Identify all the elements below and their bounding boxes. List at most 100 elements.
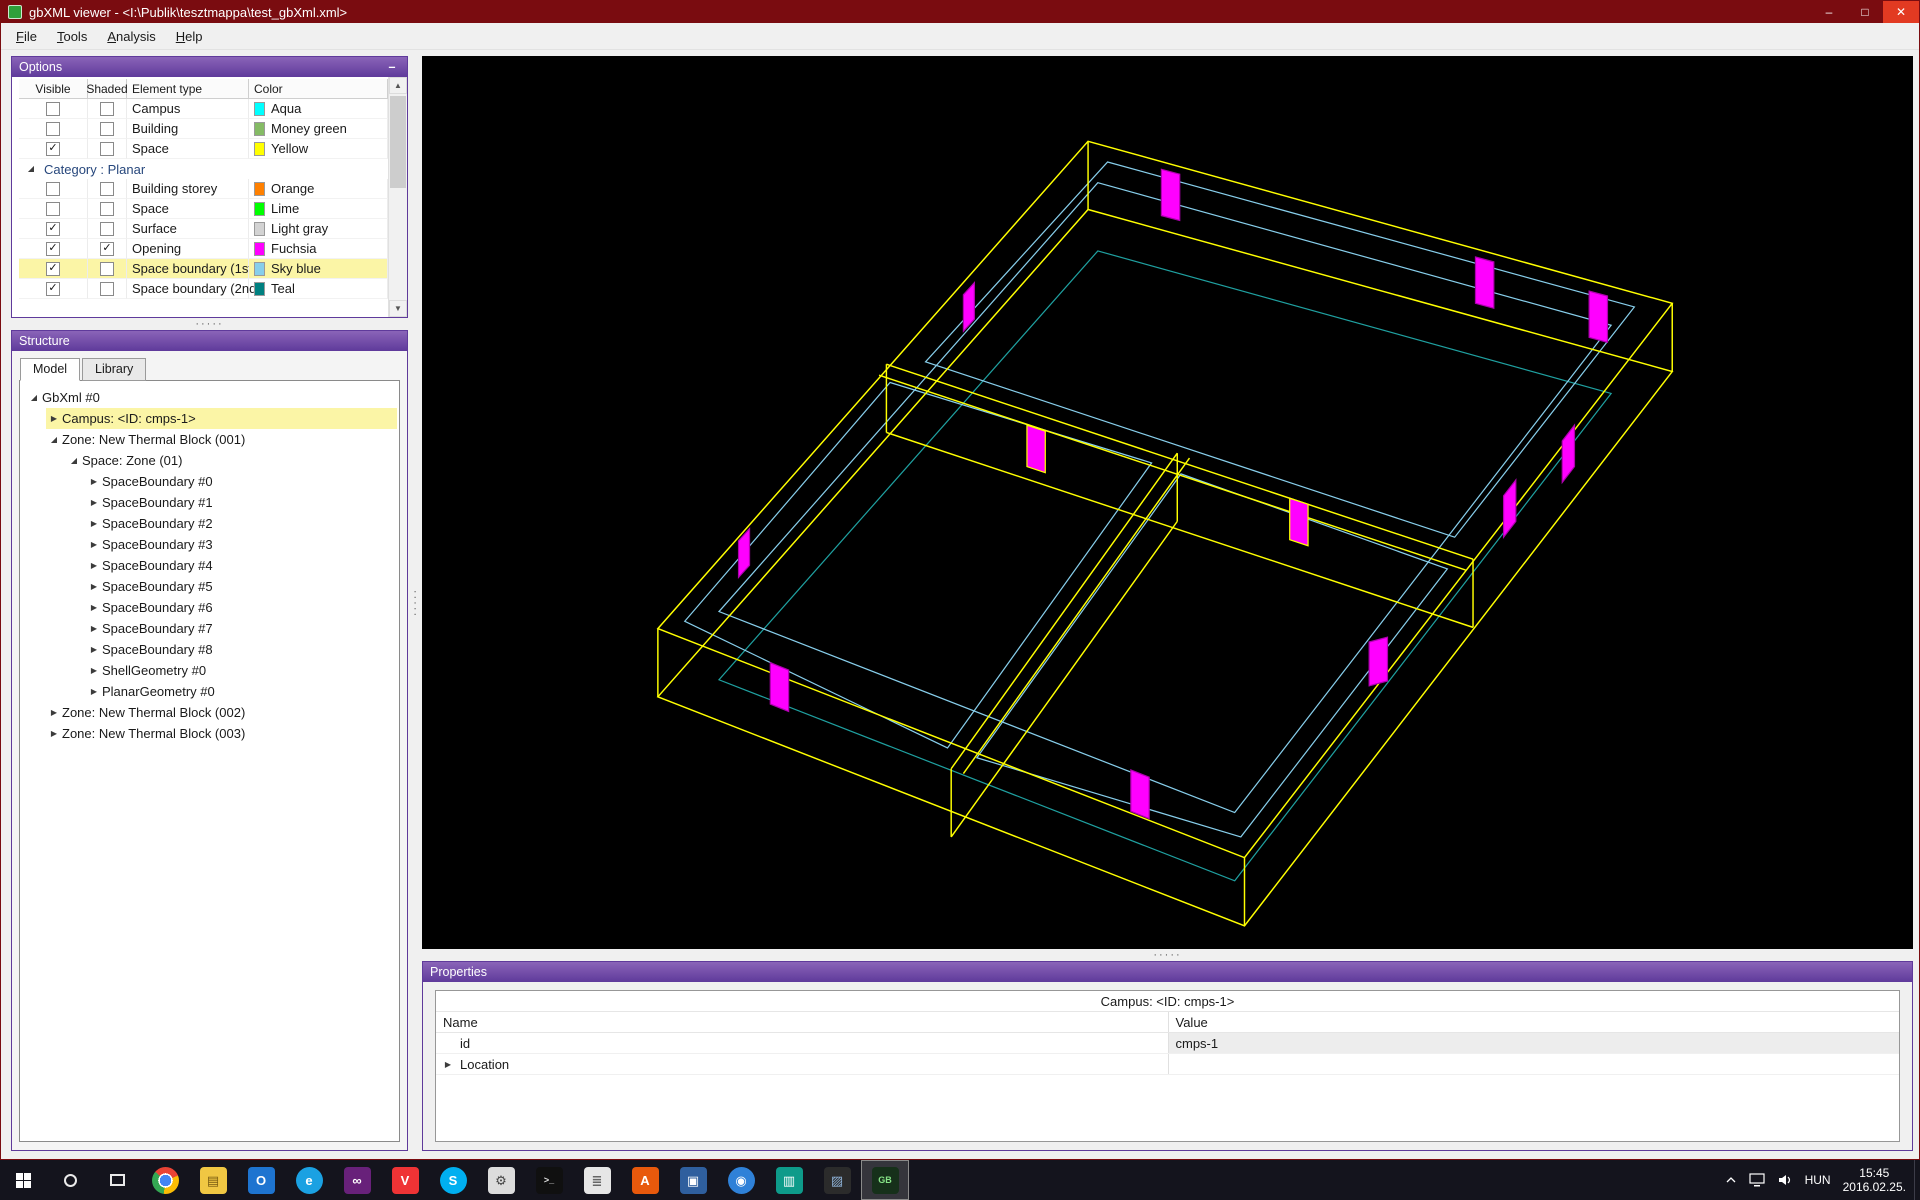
tree-item-zone-new-thermal-block-001[interactable]: ◢ Zone: New Thermal Block (001): [46, 429, 397, 450]
visible-checkbox[interactable]: [46, 201, 60, 216]
tree-item-spaceboundary-0[interactable]: ▶ SpaceBoundary #0: [86, 471, 397, 492]
tree-item-zone-new-thermal-block-003[interactable]: ▶ Zone: New Thermal Block (003): [46, 723, 397, 744]
options-category-row[interactable]: ◢ Category : Planar: [19, 159, 388, 179]
tree-item-spaceboundary-3[interactable]: ▶ SpaceBoundary #3: [86, 534, 397, 555]
options-row-space[interactable]: Space Lime: [19, 199, 388, 219]
menu-item-tools[interactable]: Tools: [47, 25, 97, 48]
options-row-space[interactable]: ✓ Space Yellow: [19, 139, 388, 159]
taskbar-app-photos-app[interactable]: ▨: [813, 1160, 861, 1200]
taskbar-app-autodesk-app[interactable]: A: [621, 1160, 669, 1200]
maximize-button[interactable]: □: [1847, 1, 1883, 23]
collapsed-arrow-icon[interactable]: ▶: [46, 729, 62, 738]
tree-item-spaceboundary-7[interactable]: ▶ SpaceBoundary #7: [86, 618, 397, 639]
collapsed-arrow-icon[interactable]: ▶: [86, 519, 102, 528]
column-header-shaded[interactable]: Shaded: [86, 79, 128, 99]
options-row-building[interactable]: Building Money green: [19, 119, 388, 139]
tree-item-spaceboundary-2[interactable]: ▶ SpaceBoundary #2: [86, 513, 397, 534]
menu-item-file[interactable]: File: [6, 25, 47, 48]
visible-checkbox[interactable]: ✓: [46, 281, 60, 296]
tree-item-spaceboundary-5[interactable]: ▶ SpaceBoundary #5: [86, 576, 397, 597]
minimize-button[interactable]: –: [1811, 1, 1847, 23]
tree-item-campus-id-cmps-1[interactable]: ▶ Campus: <ID: cmps-1>: [46, 408, 397, 429]
visible-checkbox[interactable]: [46, 121, 60, 136]
tree-item-zone-new-thermal-block-002[interactable]: ▶ Zone: New Thermal Block (002): [46, 702, 397, 723]
collapsed-arrow-icon[interactable]: ▶: [86, 687, 102, 696]
options-panel-header[interactable]: Options –: [12, 57, 407, 77]
visible-checkbox[interactable]: ✓: [46, 241, 60, 256]
collapsed-arrow-icon[interactable]: ▶: [86, 498, 102, 507]
tree-item-spaceboundary-4[interactable]: ▶ SpaceBoundary #4: [86, 555, 397, 576]
options-row-space-boundary-2nd[interactable]: ✓ Space boundary (2nd) Teal: [19, 279, 388, 299]
scrollbar-thumb[interactable]: [390, 96, 406, 188]
collapsed-arrow-icon[interactable]: ▶: [86, 624, 102, 633]
show-desktop-button[interactable]: [1914, 1160, 1920, 1200]
taskbar-app-terminal[interactable]: >_: [525, 1160, 573, 1200]
shaded-checkbox[interactable]: [100, 141, 114, 156]
column-header-color[interactable]: Color: [249, 79, 388, 99]
column-header-value[interactable]: Value: [1167, 1012, 1900, 1032]
scroll-down-icon[interactable]: ▼: [389, 300, 407, 317]
collapsed-arrow-icon[interactable]: ▶: [436, 1054, 460, 1074]
expanded-arrow-icon[interactable]: ◢: [26, 393, 42, 402]
shaded-checkbox[interactable]: [100, 261, 114, 276]
options-row-campus[interactable]: Campus Aqua: [19, 99, 388, 119]
menu-item-analysis[interactable]: Analysis: [97, 25, 165, 48]
shaded-checkbox[interactable]: [100, 101, 114, 116]
taskbar-app-vivaldi[interactable]: V: [381, 1160, 429, 1200]
taskbar-app-backup-app[interactable]: ▣: [669, 1160, 717, 1200]
column-header-name[interactable]: Name: [436, 1012, 1168, 1032]
tree-item-shellgeometry-0[interactable]: ▶ ShellGeometry #0: [86, 660, 397, 681]
title-bar[interactable]: gbXML viewer - <I:\Publik\tesztmappa\tes…: [1, 1, 1919, 23]
options-structure-splitter[interactable]: ·····: [11, 318, 408, 330]
column-header-element-type[interactable]: Element type: [127, 79, 249, 99]
options-row-opening[interactable]: ✓ ✓ Opening Fuchsia: [19, 239, 388, 259]
collapsed-arrow-icon[interactable]: ▶: [86, 603, 102, 612]
collapsed-arrow-icon[interactable]: ▶: [86, 561, 102, 570]
collapsed-arrow-icon[interactable]: ▶: [86, 645, 102, 654]
scrollbar-track[interactable]: [389, 94, 407, 300]
collapsed-arrow-icon[interactable]: ▶: [46, 708, 62, 717]
search-button[interactable]: [47, 1160, 94, 1200]
tree-item-planargeometry-0[interactable]: ▶ PlanarGeometry #0: [86, 681, 397, 702]
property-row-id[interactable]: id cmps-1: [436, 1033, 1899, 1054]
shaded-checkbox[interactable]: [100, 121, 114, 136]
properties-panel-header[interactable]: Properties: [423, 962, 1912, 982]
expanded-arrow-icon[interactable]: ◢: [66, 456, 82, 465]
taskbar-app-outlook[interactable]: O: [237, 1160, 285, 1200]
volume-icon[interactable]: [1777, 1173, 1793, 1187]
collapse-panel-button[interactable]: –: [384, 60, 400, 74]
structure-panel-header[interactable]: Structure: [12, 331, 407, 351]
visible-checkbox[interactable]: [46, 181, 60, 196]
tree-item-spaceboundary-8[interactable]: ▶ SpaceBoundary #8: [86, 639, 397, 660]
task-view-button[interactable]: [94, 1160, 141, 1200]
network-icon[interactable]: [1748, 1173, 1765, 1187]
shaded-checkbox[interactable]: [100, 281, 114, 296]
taskbar-app-file-explorer[interactable]: ▤: [189, 1160, 237, 1200]
hidden-icons-chevron-icon[interactable]: [1725, 1175, 1737, 1185]
taskbar-app-notes-app[interactable]: ≣: [573, 1160, 621, 1200]
tab-model[interactable]: Model: [20, 358, 81, 381]
tree-item-gbxml-0[interactable]: ◢ GbXml #0: [26, 387, 397, 408]
options-row-surface[interactable]: ✓ Surface Light gray: [19, 219, 388, 239]
collapsed-arrow-icon[interactable]: ▶: [86, 666, 102, 675]
taskbar-app-settings-app[interactable]: ⚙: [477, 1160, 525, 1200]
property-row-location[interactable]: ▶ Location: [436, 1054, 1899, 1075]
tree-item-spaceboundary-6[interactable]: ▶ SpaceBoundary #6: [86, 597, 397, 618]
close-button[interactable]: ✕: [1883, 1, 1919, 23]
collapsed-arrow-icon[interactable]: ▶: [86, 477, 102, 486]
taskbar-app-chrome[interactable]: [141, 1160, 189, 1200]
collapsed-arrow-icon[interactable]: ▶: [86, 540, 102, 549]
visible-checkbox[interactable]: ✓: [46, 141, 60, 156]
taskbar-app-gbxml-viewer[interactable]: GB: [861, 1160, 909, 1200]
tree-item-space-zone-01[interactable]: ◢ Space: Zone (01): [66, 450, 397, 471]
taskbar-app-visual-studio[interactable]: ∞: [333, 1160, 381, 1200]
visible-checkbox[interactable]: ✓: [46, 221, 60, 236]
collapsed-arrow-icon[interactable]: ▶: [46, 414, 62, 423]
tab-library[interactable]: Library: [82, 358, 147, 381]
taskbar-app-edge[interactable]: e: [285, 1160, 333, 1200]
scroll-up-icon[interactable]: ▲: [389, 77, 407, 94]
expanded-arrow-icon[interactable]: ◢: [46, 435, 62, 444]
visible-checkbox[interactable]: ✓: [46, 261, 60, 276]
viewport-3d[interactable]: [422, 56, 1913, 949]
collapsed-arrow-icon[interactable]: ▶: [86, 582, 102, 591]
